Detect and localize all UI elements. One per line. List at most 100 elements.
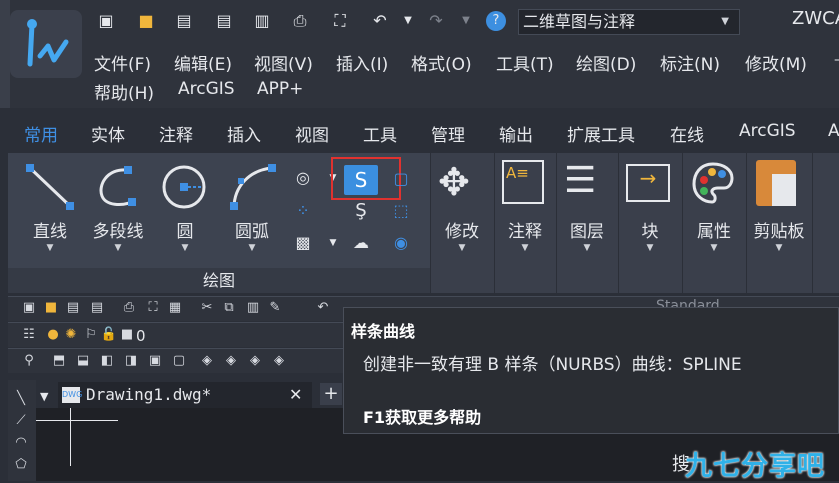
menu-edit[interactable]: 编辑(E) bbox=[174, 50, 232, 75]
polygon-tool-icon[interactable]: ⬠ bbox=[12, 456, 30, 474]
redo-icon[interactable]: ↷ bbox=[426, 11, 446, 31]
line-button-label[interactable]: 直线 bbox=[24, 217, 76, 242]
tab-online[interactable]: 在线 bbox=[670, 121, 704, 146]
move-icon[interactable]: ✥ bbox=[438, 160, 470, 204]
menu-arcgis[interactable]: ArcGIS bbox=[178, 79, 235, 99]
chevron-down-icon[interactable]: ▼ bbox=[748, 243, 810, 253]
spline-icon[interactable]: S bbox=[344, 165, 378, 195]
ne-iso-icon[interactable]: ◈ bbox=[246, 352, 264, 370]
revision-cloud-icon[interactable]: ☁ bbox=[350, 232, 372, 254]
tab-manage[interactable]: 管理 bbox=[431, 121, 465, 146]
workspace-select[interactable]: 二维草图与注释 ▼ bbox=[518, 9, 740, 35]
tab-annotate[interactable]: 注释 bbox=[159, 121, 193, 146]
menu-help[interactable]: 帮助(H) bbox=[94, 79, 154, 104]
window-minimize-icon[interactable]: ‒ bbox=[834, 52, 839, 72]
annotation-icon[interactable]: A≡ bbox=[502, 160, 544, 204]
match-properties-icon[interactable]: ✎ bbox=[266, 299, 284, 317]
save-as-icon[interactable]: ▤ bbox=[88, 299, 106, 317]
rectangle-icon[interactable]: ▢ bbox=[390, 168, 412, 190]
layer-group-label[interactable]: 图层 bbox=[558, 217, 616, 242]
undo-icon[interactable]: ↶ bbox=[370, 11, 390, 31]
tab-tools[interactable]: 工具 bbox=[363, 121, 397, 146]
close-icon[interactable]: ✕ bbox=[289, 385, 302, 404]
save-icon[interactable]: ▤ bbox=[64, 299, 82, 317]
chevron-down-icon[interactable]: ▼ bbox=[322, 232, 344, 254]
menu-insert[interactable]: 插入(I) bbox=[336, 50, 388, 75]
line-tool-icon[interactable]: ╲ bbox=[12, 390, 30, 408]
chevron-down-icon[interactable]: ▼ bbox=[160, 243, 210, 253]
publish-icon[interactable]: ▦ bbox=[166, 299, 184, 317]
donut-icon[interactable]: ◉ bbox=[390, 232, 412, 254]
polyline-icon[interactable] bbox=[92, 162, 144, 216]
chevron-down-icon[interactable]: ▼ bbox=[432, 243, 492, 253]
menu-format[interactable]: 格式(O) bbox=[411, 50, 472, 75]
tab-view[interactable]: 视图 bbox=[295, 121, 329, 146]
layer-lock-icon[interactable]: ⚐ bbox=[82, 326, 100, 344]
layer-color-icon[interactable]: ■ bbox=[118, 326, 136, 344]
layer-on-icon[interactable]: ● bbox=[44, 326, 62, 344]
revision-spline-icon[interactable]: Ş bbox=[350, 200, 372, 222]
print-icon[interactable]: ⎙ bbox=[290, 11, 310, 31]
chevron-down-icon[interactable]: ▼ bbox=[558, 243, 616, 253]
se-iso-icon[interactable]: ◈ bbox=[222, 352, 240, 370]
help-icon[interactable]: ? bbox=[486, 11, 506, 31]
chevron-down-icon[interactable]: ▼ bbox=[684, 243, 744, 253]
paste-icon[interactable]: ▥ bbox=[244, 299, 262, 317]
chevron-down-icon[interactable]: ▼ bbox=[224, 243, 280, 253]
sw-iso-icon[interactable]: ◈ bbox=[198, 352, 216, 370]
cut-icon[interactable]: ✂ bbox=[198, 299, 216, 317]
undo-icon[interactable]: ↶ bbox=[314, 299, 332, 317]
layer-name-value[interactable]: 0 bbox=[136, 327, 146, 345]
block-group-label[interactable]: 块 bbox=[620, 217, 680, 242]
properties-group-label[interactable]: 属性 bbox=[684, 217, 744, 242]
chevron-down-icon[interactable]: ▼ bbox=[496, 243, 554, 253]
nw-iso-icon[interactable]: ◈ bbox=[270, 352, 288, 370]
menu-dimension[interactable]: 标注(N) bbox=[660, 50, 720, 75]
new-tab-plus-icon[interactable]: + bbox=[320, 383, 342, 405]
tab-extension-tools[interactable]: 扩展工具 bbox=[567, 121, 635, 146]
properties-palette-icon[interactable] bbox=[690, 160, 736, 210]
chevron-down-icon[interactable]: ▼ bbox=[24, 243, 76, 253]
hatch-icon[interactable]: ▩ bbox=[292, 232, 314, 254]
save-icon[interactable]: ▤ bbox=[174, 11, 194, 31]
arc-icon[interactable] bbox=[226, 162, 278, 216]
new-file-icon[interactable]: ▣ bbox=[20, 299, 38, 317]
xline-tool-icon[interactable]: ⟋ bbox=[12, 412, 30, 430]
chevron-down-icon[interactable]: ▼ bbox=[620, 243, 680, 253]
chevron-down-icon[interactable]: ▼ bbox=[88, 243, 148, 253]
bottom-view-icon[interactable]: ⬓ bbox=[74, 352, 92, 370]
document-tab-name[interactable]: Drawing1.dwg* bbox=[86, 385, 211, 404]
menu-draw[interactable]: 绘图(D) bbox=[576, 50, 636, 75]
tab-home[interactable]: 常用 bbox=[24, 121, 58, 146]
menu-app-plus[interactable]: APP+ bbox=[257, 79, 303, 99]
clipboard-icon[interactable] bbox=[756, 160, 796, 206]
new-file-icon[interactable]: ▣ bbox=[96, 11, 116, 31]
zoom-extents-icon[interactable]: ⛶ bbox=[330, 11, 350, 31]
layers-icon[interactable]: ☰ bbox=[564, 160, 596, 201]
arc-tool-icon[interactable]: ◠ bbox=[12, 434, 30, 452]
point-icon[interactable]: ⁘ bbox=[292, 200, 314, 222]
print-preview-icon[interactable]: ⛶ bbox=[144, 299, 162, 317]
front-view-icon[interactable]: ▣ bbox=[146, 352, 164, 370]
modify-group-label[interactable]: 修改 bbox=[432, 217, 492, 242]
annotation-group-label[interactable]: 注释 bbox=[496, 217, 554, 242]
line-icon[interactable] bbox=[24, 162, 76, 216]
right-view-icon[interactable]: ◨ bbox=[122, 352, 140, 370]
left-view-icon[interactable]: ◧ bbox=[98, 352, 116, 370]
menu-file[interactable]: 文件(F) bbox=[94, 50, 151, 75]
layer-freeze-icon[interactable]: ✺ bbox=[62, 326, 80, 344]
ellipse-icon[interactable]: ◎ bbox=[292, 167, 314, 189]
print-icon[interactable]: ⎙ bbox=[120, 299, 138, 317]
copy-icon[interactable]: ⧉ bbox=[220, 299, 238, 317]
tab-solid[interactable]: 实体 bbox=[91, 121, 125, 146]
top-view-icon[interactable]: ⬒ bbox=[50, 352, 68, 370]
menu-modify[interactable]: 修改(M) bbox=[745, 50, 807, 75]
save-all-icon[interactable]: ▥ bbox=[252, 11, 272, 31]
tab-list-dropdown-icon[interactable]: ▼ bbox=[40, 390, 48, 403]
open-folder-icon[interactable]: ■ bbox=[42, 299, 60, 317]
open-folder-icon[interactable]: ■ bbox=[136, 11, 156, 31]
layer-manager-icon[interactable]: ☷ bbox=[20, 326, 38, 344]
tab-more[interactable]: A bbox=[828, 121, 839, 141]
menu-tools[interactable]: 工具(T) bbox=[496, 50, 554, 75]
arc-button-label[interactable]: 圆弧 bbox=[224, 217, 280, 242]
